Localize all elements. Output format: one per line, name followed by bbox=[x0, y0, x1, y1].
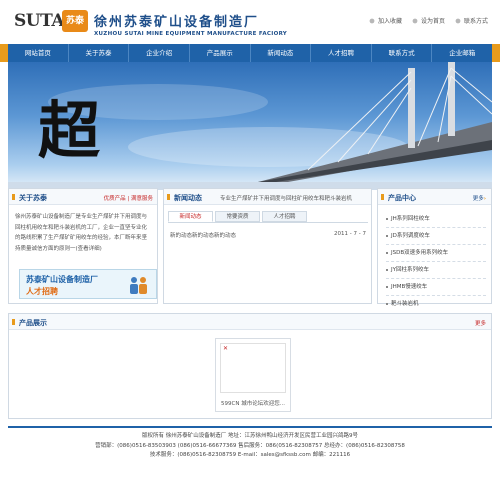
star-icon bbox=[369, 18, 375, 23]
about-panel: 关于苏泰 优质产品 | 满意服务 徐州苏泰矿山设备制造厂是专业生产煤矿井下用调度… bbox=[8, 188, 158, 304]
news-title: 新闻动态 bbox=[167, 194, 202, 202]
product-item[interactable]: JY回柱系列绞车 bbox=[386, 262, 486, 279]
product-item[interactable]: JHMB慢速绞车 bbox=[386, 279, 486, 296]
contact-label: 联系方式 bbox=[463, 18, 488, 25]
site-logo[interactable]: SUTAi 苏泰 徐州苏泰矿山设备制造厂 XUZHOU SUTAI MINE E… bbox=[14, 9, 294, 39]
tab-underline bbox=[168, 222, 368, 223]
product-item[interactable]: JH系列回柱绞车 bbox=[386, 211, 486, 228]
nav-news[interactable]: 新闻动态 bbox=[251, 44, 312, 62]
company-name-en: XUZHOU SUTAI MINE EQUIPMENT MANUFACTURE … bbox=[94, 31, 288, 37]
recruit-company: 苏泰矿山设备制造厂 bbox=[26, 275, 98, 284]
news-panel: 新闻动态 专业生产煤矿井下用调度与回柱矿用绞车和耙斗装岩机 新闻动态 常要资质 … bbox=[163, 188, 372, 304]
showcase-more-link[interactable]: 更多 bbox=[475, 319, 486, 327]
main-nav-bar: 网站首页 关于苏泰 企业介绍 产品展示 新闻动态 人才招聘 联系方式 企业邮箱 bbox=[0, 44, 500, 62]
product-list: JH系列回柱绞车 JD系列调度绞车 JSDB双速多用系列绞车 JY回柱系列绞车 … bbox=[386, 211, 486, 313]
news-list-item[interactable]: 新的动态新的动态新的动态 2011 - 7 - 7 bbox=[170, 231, 366, 239]
product-item[interactable]: JD系列调度绞车 bbox=[386, 228, 486, 245]
more-label: 更多 bbox=[472, 196, 484, 202]
set-homepage-label: 设为首页 bbox=[420, 18, 445, 25]
logo-seal: 苏泰 bbox=[62, 10, 88, 32]
product-image-placeholder[interactable]: ✕ bbox=[220, 343, 286, 393]
nav-jobs[interactable]: 人才招聘 bbox=[311, 44, 372, 62]
top-links: 加入收藏 设为首页 联系方式 bbox=[369, 16, 488, 25]
showcase-title: 产品展示 bbox=[12, 319, 47, 327]
news-marquee[interactable]: 专业生产煤矿井下用调度与回柱矿用绞车和耙斗装岩机 bbox=[220, 194, 368, 202]
nav-about[interactable]: 关于苏泰 bbox=[69, 44, 130, 62]
hero-banner: 超 bbox=[8, 62, 492, 182]
about-title: 关于苏泰 bbox=[12, 194, 47, 202]
product-center-title: 产品中心 bbox=[381, 194, 416, 202]
recruit-banner[interactable]: 苏泰矿山设备制造厂 人才招聘 bbox=[19, 269, 157, 299]
more-arrow-icon: › bbox=[483, 196, 486, 202]
nav-contact[interactable]: 联系方式 bbox=[372, 44, 433, 62]
product-item[interactable]: 耙斗装岩机 bbox=[386, 296, 486, 313]
page: SUTAi 苏泰 徐州苏泰矿山设备制造厂 XUZHOU SUTAI MINE E… bbox=[0, 0, 500, 480]
site-footer: 版权所有 徐州苏泰矿山设备制造厂 地址：江苏徐州鸭山经济开发区民营工业园兴鸽路9… bbox=[0, 432, 500, 461]
banner-headline-char: 超 bbox=[38, 94, 101, 167]
about-text: 徐州苏泰矿山设备制造厂是专业生产煤矿井下用调度与回柱机用绞车和耙斗装岩机的工厂，… bbox=[15, 214, 148, 252]
broken-image-icon: ✕ bbox=[223, 345, 229, 352]
news-item-date: 2011 - 7 - 7 bbox=[334, 231, 366, 237]
nav-products[interactable]: 产品展示 bbox=[190, 44, 251, 62]
footer-contact: 技术服务：(086)0516-82308759 E-mail：sales@sfk… bbox=[149, 452, 351, 458]
company-name-cn: 徐州苏泰矿山设备制造厂 bbox=[94, 15, 260, 30]
news-tabs: 新闻动态 常要资质 人才招聘 bbox=[168, 211, 307, 222]
nav-company[interactable]: 企业介绍 bbox=[129, 44, 190, 62]
product-card[interactable]: ✕ 599CN 城市论坛欢迎您... bbox=[215, 338, 291, 412]
product-center-more-link[interactable]: 更多› bbox=[473, 194, 486, 202]
footer-phones: 营销部：(086)0516-83503903 (086)0516-6667736… bbox=[95, 442, 405, 449]
add-favorite-label: 加入收藏 bbox=[377, 18, 402, 25]
recruit-title: 人才招聘 bbox=[26, 287, 58, 296]
product-center-panel: 产品中心 更多› JH系列回柱绞车 JD系列调度绞车 JSDB双速多用系列绞车 … bbox=[377, 188, 492, 307]
tab-qualifications[interactable]: 常要资质 bbox=[215, 211, 260, 222]
people-icon bbox=[130, 277, 147, 294]
nav-mail[interactable]: 企业邮箱 bbox=[432, 44, 492, 62]
contact-link[interactable]: 联系方式 bbox=[455, 16, 488, 25]
news-item-title[interactable]: 新的动态新的动态新的动态 bbox=[170, 231, 236, 239]
site-header: SUTAi 苏泰 徐州苏泰矿山设备制造厂 XUZHOU SUTAI MINE E… bbox=[0, 0, 500, 44]
footer-divider bbox=[8, 426, 492, 428]
mail-icon bbox=[455, 18, 461, 23]
home-icon bbox=[412, 18, 418, 23]
nav-home[interactable]: 网站首页 bbox=[8, 44, 69, 62]
product-caption[interactable]: 599CN 城市论坛欢迎您... bbox=[216, 399, 290, 407]
set-homepage-link[interactable]: 设为首页 bbox=[412, 16, 445, 25]
product-showcase-panel: 产品展示 更多 ✕ 599CN 城市论坛欢迎您... bbox=[8, 313, 492, 419]
tab-news[interactable]: 新闻动态 bbox=[168, 211, 213, 222]
about-quick-links[interactable]: 优质产品 | 满意服务 bbox=[104, 194, 153, 202]
footer-copyright: 版权所有 徐州苏泰矿山设备制造厂 地址：江苏徐州鸭山经济开发区民营工业园兴鸽路9… bbox=[142, 433, 358, 439]
product-item[interactable]: JSDB双速多用系列绞车 bbox=[386, 245, 486, 262]
tab-jobs[interactable]: 人才招聘 bbox=[262, 211, 307, 222]
add-favorite-link[interactable]: 加入收藏 bbox=[369, 16, 402, 25]
